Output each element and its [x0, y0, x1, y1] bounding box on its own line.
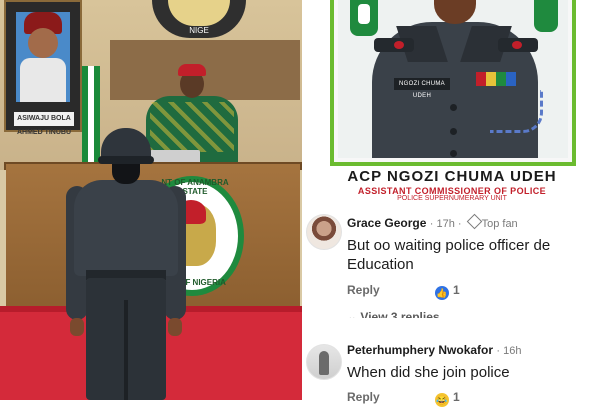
epaulet-left	[374, 38, 414, 52]
swearing-in-photo[interactable]: ASIWAJU BOLA AHMED TINUBU NIGE NT OF ANA…	[0, 0, 302, 400]
comment-header: Peterhumphery Nwokafor · 16h	[347, 343, 521, 357]
portrait-backdrop: NGOZI CHUMA UDEH	[338, 0, 568, 158]
nameplate: NGOZI CHUMA UDEH	[394, 78, 450, 99]
officer-portrait-panel[interactable]: NGOZI CHUMA UDEH ACP NGOZI CHUMA UDEH AS…	[304, 0, 600, 200]
attire-pattern	[150, 102, 234, 152]
badge-right	[534, 0, 558, 32]
officer-right-hand	[168, 318, 182, 336]
officer-leg-gap	[124, 300, 128, 400]
avatar[interactable]	[306, 214, 342, 250]
like-icon: 👍	[435, 286, 450, 300]
top-seal-emblem	[168, 0, 230, 26]
reply-button[interactable]: Reply	[347, 390, 380, 404]
top-fan-badge: Top fan	[481, 218, 518, 230]
reply-button[interactable]: Reply	[347, 283, 380, 297]
badge-left-inner	[358, 4, 370, 24]
comment-author[interactable]: Peterhumphery Nwokafor	[347, 343, 493, 357]
officer-hair	[112, 162, 140, 184]
comments-panel: Grace George · 17h · Top fan But oo wait…	[304, 202, 600, 407]
portrait-head	[28, 28, 58, 58]
comment-actions: Reply 👍 1	[347, 283, 460, 300]
officer-torso	[74, 180, 178, 276]
comment-author[interactable]: Grace George	[347, 216, 426, 230]
uniform-button	[450, 128, 457, 135]
view-replies-label: View 3 replies	[360, 310, 440, 318]
view-replies-link[interactable]: ⌄ View 3 replies	[347, 310, 440, 318]
haha-icon: 😂	[435, 393, 450, 407]
top-fan-diamond-icon	[466, 213, 482, 230]
portrait-caption: ASIWAJU BOLA AHMED TINUBU	[14, 112, 74, 136]
rank-insignia-icon	[394, 41, 404, 49]
comment-meta: · 16h	[496, 345, 522, 357]
comment-meta: · 17h · Top fan	[430, 213, 518, 230]
comment-actions: Reply 😂 1	[347, 390, 460, 407]
portrait-body	[20, 58, 66, 102]
officer-neck	[434, 0, 476, 24]
comment-time[interactable]: 16h	[503, 345, 521, 357]
comment-text: But oo waiting police officer de Educati…	[347, 237, 551, 273]
official-red-cap	[178, 64, 206, 76]
rank-insignia-icon	[512, 41, 522, 49]
portrait-frame: NGOZI CHUMA UDEH	[330, 0, 576, 166]
nigerian-flag	[82, 66, 100, 170]
lanyard	[490, 90, 543, 133]
ribbon-bar	[476, 72, 516, 86]
president-portrait: ASIWAJU BOLA AHMED TINUBU	[4, 0, 82, 136]
avatar-figure	[319, 351, 329, 375]
epaulet-right	[498, 38, 538, 52]
officer-name-caption: ACP NGOZI CHUMA UDEH	[347, 168, 557, 185]
reaction-count[interactable]: 1	[453, 390, 460, 404]
chevron-down-icon: ⌄	[347, 310, 358, 318]
uniform-button	[450, 104, 457, 111]
avatar[interactable]	[306, 344, 342, 380]
comment-time[interactable]: 17h	[436, 218, 454, 230]
uniform-button	[450, 150, 457, 157]
officer-unit-caption: POLICE SUPERNUMERARY UNIT	[397, 195, 507, 200]
reaction-count[interactable]: 1	[453, 283, 460, 297]
comment-header: Grace George · 17h · Top fan	[347, 213, 518, 230]
officer-cap-brim	[98, 156, 154, 164]
officer-left-hand	[70, 318, 84, 336]
comment-text: When did she join police	[347, 364, 510, 381]
top-seal-text: NIGE	[189, 26, 209, 35]
